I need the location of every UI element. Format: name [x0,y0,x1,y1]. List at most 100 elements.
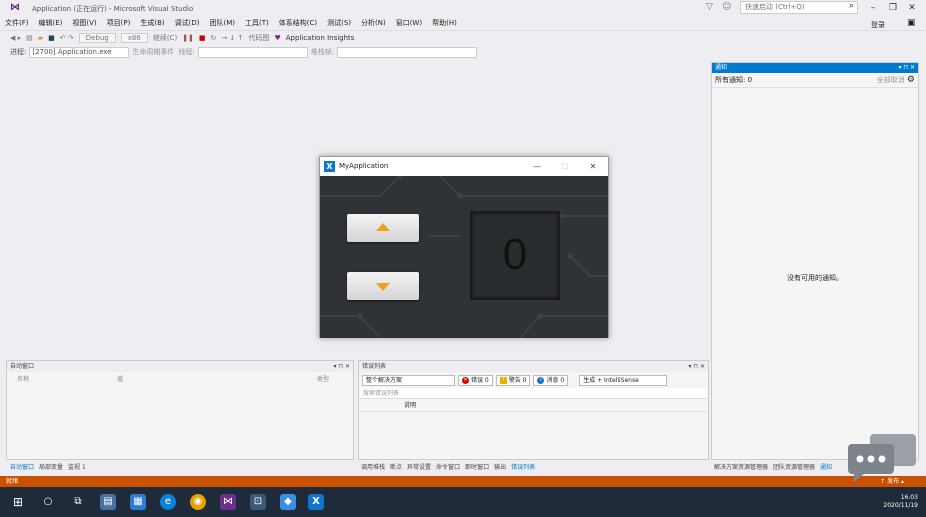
tab-error-list[interactable]: 错误列表 [511,462,535,471]
myapp-close-button[interactable]: ✕ [582,157,604,176]
restore-button[interactable]: ❐ [884,1,902,15]
tab-exceptions[interactable]: 异常设置 [407,462,431,471]
arrow-up-icon [376,223,390,231]
search-circle-icon[interactable]: ○ [40,494,56,510]
restart-icon[interactable]: ↻ [211,34,217,42]
lifecycle-dropdown[interactable]: 生命周期事件 [132,47,174,57]
menu-view[interactable]: 视图(V) [67,16,101,30]
tab-watch[interactable]: 监视 1 [68,462,86,471]
menu-analyze[interactable]: 分析(N) [356,16,391,30]
new-project-icon[interactable]: ▤ [26,34,33,42]
tab-locals[interactable]: 局部变量 [39,462,63,471]
menu-debug[interactable]: 调试(D) [170,16,205,30]
tab-solution-explorer[interactable]: 解决方案资源管理器 [714,462,768,471]
clock-time[interactable]: 16:03 [883,494,918,502]
tab-command[interactable]: 命令窗口 [436,462,460,471]
tab-immediate[interactable]: 即时窗口 [465,462,489,471]
messages-filter[interactable]: i 消息 0 [533,374,569,386]
menu-project[interactable]: 项目(P) [102,16,136,30]
tab-team-explorer[interactable]: 团队资源管理器 [773,462,815,471]
standard-toolbar: ◀ ▸ ▤ ▰ ■ ↶ ↷ Debug x86 继续(C) ❚❚ ■ ↻ → ↓… [0,30,926,45]
insights-button[interactable]: Application Insights [286,34,355,42]
menu-help[interactable]: 帮助(H) [427,16,462,30]
windows-start-icon[interactable]: ⊞ [10,494,26,510]
visual-studio-logo-icon: ⋈ [10,2,20,13]
arrow-down-icon [376,283,390,291]
system-tray: 16:03 2020/11/19 [883,494,918,510]
build-dropdown[interactable]: 生成 + IntelliSense [579,374,668,386]
undo-icon[interactable]: ↶ ↷ [60,34,74,42]
menu-build[interactable]: 生成(B) [135,16,169,30]
file-explorer-icon[interactable]: ▤ [100,494,116,510]
menu-tools[interactable]: 工具(T) [240,16,274,30]
filter-icon[interactable]: ▽ [706,2,713,12]
menu-window[interactable]: 窗口(W) [391,16,427,30]
minimize-button[interactable]: – [864,1,882,15]
store-icon[interactable]: ▦ [130,494,146,510]
platform-dropdown[interactable]: x86 [120,33,148,43]
chat-bubble-icon[interactable] [848,434,918,482]
stackframe-dropdown[interactable] [337,46,478,58]
col-description: 说明 [360,400,707,412]
tab-breakpoints[interactable]: 断点 [390,462,402,471]
stop-icon[interactable]: ■ [199,34,206,42]
feedback-icon[interactable]: ☺ [722,2,731,12]
debug-location-toolbar: 进程: [2700] Application.exe 生命周期事件 线程: 堆栈… [0,45,926,59]
codemap-button[interactable]: 代码图 [248,33,269,43]
back-icon[interactable]: ◀ ▸ [10,34,21,42]
app-window-icon[interactable]: ⊡ [250,494,266,510]
process-dropdown[interactable]: [2700] Application.exe [29,46,130,58]
menu-test[interactable]: 测试(S) [322,16,356,30]
quick-launch-input[interactable]: 快速启动 (Ctrl+Q) [740,1,858,14]
pane-controls-icon[interactable]: ▾ ⊓ ✕ [333,361,350,372]
tab-notifications[interactable]: 通知 [820,462,832,471]
account-icon[interactable]: ▣ [902,16,921,30]
scope-dropdown[interactable]: 整个解决方案 [362,374,455,386]
warnings-filter[interactable]: ! 警告 0 [495,374,531,386]
col-type: 类型 [317,376,330,383]
pause-icon[interactable]: ❚❚ [182,34,194,42]
taskbar: ⊞ ○ ⧉ ▤ ▦ e ◉ ⋈ ⊡ ◆ X 16:03 2020/11/19 [0,487,926,517]
step-icon[interactable]: → ↓ ↑ [221,34,243,42]
dismiss-all-link[interactable]: 全部取消 [877,76,905,84]
pane-controls-icon[interactable]: ▾ ⊓ ✕ [688,361,705,372]
error-search-input[interactable]: 搜索错误列表 [360,388,707,399]
myapp-title: MyApplication [339,162,389,170]
pane-controls-icon[interactable]: ▾ ⊓ ✕ [898,63,915,73]
increment-button[interactable] [347,214,419,242]
autos-header: 自动窗口 ▾ ⊓ ✕ [7,361,353,372]
close-button[interactable]: ✕ [903,1,921,15]
open-icon[interactable]: ▰ [38,34,43,42]
insights-icon[interactable]: ♥ [274,34,280,42]
save-icon[interactable]: ■ [48,34,55,42]
menu-file[interactable]: 文件(F) [0,16,34,30]
notifications-count: 所有通知: 0 [715,76,753,84]
tab-callstack[interactable]: 调用堆栈 [361,462,385,471]
right-tabs: 解决方案资源管理器 团队资源管理器 通知 [714,461,832,471]
tab-autos[interactable]: 自动窗口 [10,462,34,471]
drop-icon[interactable]: ◆ [280,494,296,510]
edge-icon[interactable]: e [160,494,176,510]
gear-icon[interactable]: ⚙ [907,75,915,85]
thread-dropdown[interactable] [197,46,308,58]
chrome-icon[interactable]: ◉ [190,494,206,510]
task-view-icon[interactable]: ⧉ [70,494,86,510]
clock-date[interactable]: 2020/11/19 [883,502,918,510]
errors-filter[interactable]: ✕ 错误 0 [458,374,493,386]
warnings-count: 警告 0 [508,376,527,384]
menu-bar: 文件(F) 编辑(E) 视图(V) 项目(P) 生成(B) 调试(D) 团队(M… [0,16,926,30]
search-icon[interactable]: ⌕ [849,1,854,11]
decrement-button[interactable] [347,272,419,300]
menu-architecture[interactable]: 体系结构(C) [274,16,322,30]
myapp-minimize-button[interactable]: — [526,157,548,176]
tab-output[interactable]: 输出 [494,462,506,471]
messages-count: 消息 0 [546,376,565,384]
continue-button[interactable]: 继续(C) [153,33,177,43]
config-dropdown[interactable]: Debug [78,33,116,43]
myapp-maximize-button[interactable]: ☐ [554,157,576,176]
autos-tabs: 自动窗口 局部变量 监视 1 [10,461,86,471]
menu-edit[interactable]: 编辑(E) [34,16,68,30]
myapplication-taskbar-icon[interactable]: X [308,494,324,510]
menu-team[interactable]: 团队(M) [204,16,240,30]
visual-studio-icon[interactable]: ⋈ [220,494,236,510]
